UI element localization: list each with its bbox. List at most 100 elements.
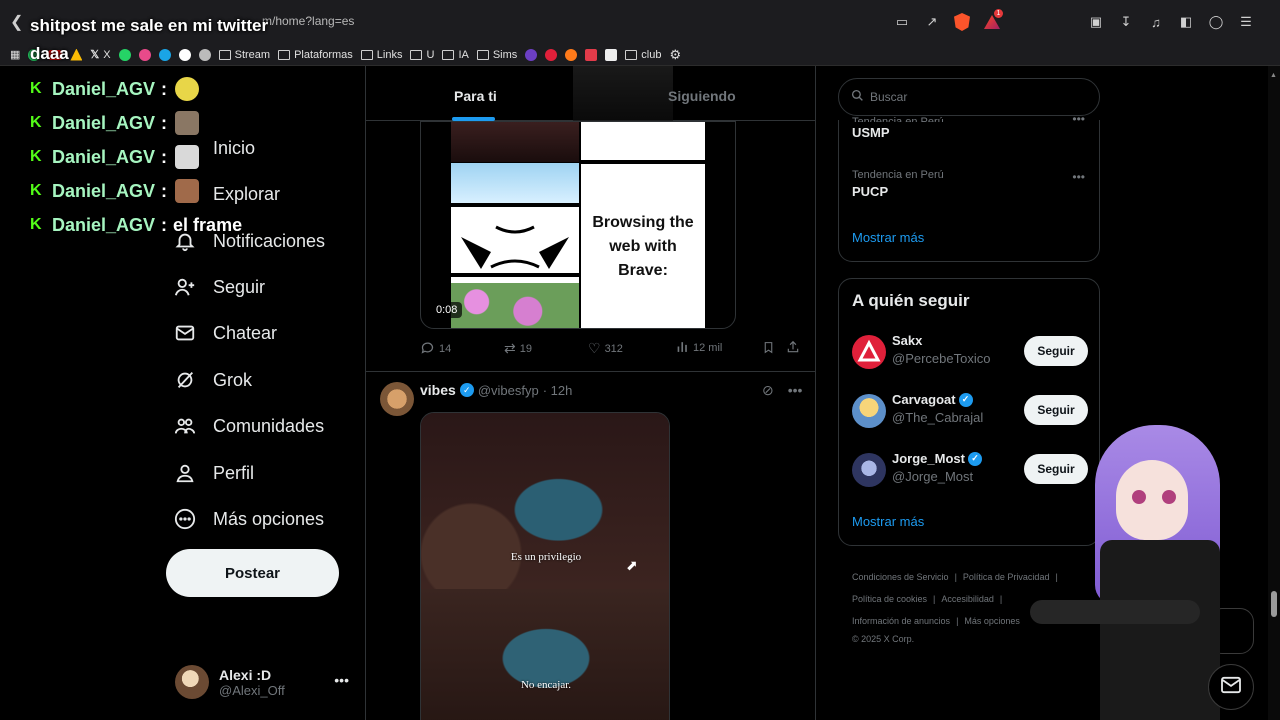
more-dots-icon[interactable]: ••• <box>1072 170 1085 184</box>
search-input[interactable]: Buscar <box>838 78 1100 116</box>
reply-button[interactable]: 14 <box>420 340 451 358</box>
like-button[interactable]: ♡ 312 <box>588 340 623 357</box>
brave-shields-icon[interactable] <box>954 13 970 31</box>
reply-icon <box>420 340 435 358</box>
bookmark-ia[interactable]: IA <box>442 49 469 61</box>
trend-item[interactable]: Tendencia en Perú USMP <box>852 116 944 140</box>
page-scrollbar[interactable]: ▲ <box>1268 66 1280 720</box>
tab-siguiendo[interactable]: Siguiendo <box>668 88 736 104</box>
scrollbar-thumb[interactable] <box>1271 591 1277 617</box>
heart-icon[interactable] <box>545 48 558 61</box>
nav-grok[interactable]: Grok <box>173 360 252 400</box>
active-tab-indicator <box>452 117 495 121</box>
avatar[interactable] <box>380 382 414 416</box>
folder-icon <box>410 49 423 60</box>
menu-icon[interactable]: ☰ <box>1238 14 1254 30</box>
follow-suggestion[interactable]: Jorge_Most ✓ @Jorge_Most Seguir <box>852 451 1088 491</box>
share-icon[interactable]: ↗ <box>924 14 940 30</box>
app-red-icon[interactable] <box>585 48 598 61</box>
kick-badge-icon: K <box>30 148 42 165</box>
vpn-shield-icon[interactable]: ◯ <box>1208 14 1224 30</box>
follow-suggestion[interactable]: Sakx @PercebeToxico Seguir <box>852 333 1088 373</box>
bookmark-club[interactable]: club <box>625 49 661 61</box>
messages-floating-button[interactable] <box>1208 664 1254 710</box>
views-button[interactable]: 12 mil <box>676 340 722 356</box>
tweet-video[interactable]: Browsing the web with Brave: 0:08 <box>420 121 736 329</box>
more-options-link[interactable]: Más opciones <box>964 616 1020 626</box>
copyright: © 2025 X Corp. <box>852 634 915 644</box>
follow-name-text: Carvagoat <box>892 392 956 407</box>
nav-chatear[interactable]: Chatear <box>173 313 277 353</box>
follow-button[interactable]: Seguir <box>1024 395 1088 425</box>
follow-button[interactable]: Seguir <box>1024 336 1088 366</box>
chat-username: Daniel_AGV <box>52 112 156 133</box>
tab-para-ti[interactable]: Para ti <box>454 88 497 104</box>
bookmark-button[interactable] <box>762 340 775 358</box>
trend-item[interactable]: Tendencia en Perú PUCP <box>852 169 944 199</box>
avatar <box>852 394 886 428</box>
bookmark-links[interactable]: Links <box>360 49 402 61</box>
video-frame-white <box>581 122 705 160</box>
like-count: 312 <box>604 342 623 355</box>
follow-show-more-link[interactable]: Mostrar más <box>852 514 924 529</box>
nav-mas-opciones[interactable]: Más opciones <box>173 499 324 539</box>
ads-info-link[interactable]: Información de anuncios <box>852 616 950 626</box>
cookies-link[interactable]: Política de cookies <box>852 594 927 604</box>
tweet-time[interactable]: · 12h <box>543 383 573 398</box>
terms-link[interactable]: Condiciones de Servicio <box>852 572 949 582</box>
follow-suggestion[interactable]: Carvagoat ✓ @The_Cabrajal Seguir <box>852 392 1088 432</box>
account-switcher[interactable]: Alexi :D @Alexi_Off ••• <box>175 660 355 704</box>
reader-icon[interactable]: ▣ <box>1088 14 1104 30</box>
music-icon[interactable]: ♫ <box>1148 14 1164 30</box>
follow-button[interactable]: Seguir <box>1024 454 1088 484</box>
nav-comunidades[interactable]: Comunidades <box>173 406 324 446</box>
grok-icon[interactable]: ⊘ <box>762 382 774 399</box>
trends-show-more-link[interactable]: Mostrar más <box>852 230 924 245</box>
mouse-cursor-icon: ⬈ <box>626 557 638 573</box>
views-count: 12 mil <box>693 342 723 354</box>
timeline: Para ti Siguiendo Browsing the web with … <box>365 66 816 720</box>
scroll-up-arrow-icon[interactable]: ▲ <box>1270 72 1277 79</box>
back-icon[interactable]: ❮ <box>10 12 23 32</box>
video-frame-flowers <box>451 283 579 328</box>
account-info: Alexi :D @Alexi_Off <box>219 667 285 698</box>
share-button[interactable] <box>786 340 800 357</box>
who-to-follow-title: A quién seguir <box>852 291 970 310</box>
more-dots-icon[interactable]: ••• <box>334 672 349 688</box>
timeline-tabs: Para ti Siguiendo <box>366 66 815 121</box>
video-text-card: Browsing the web with Brave: <box>581 164 705 328</box>
footer-separator: | <box>933 594 936 604</box>
footer-row: Condiciones de Servicio | Política de Priv… <box>852 566 1092 588</box>
brave-rewards-icon[interactable]: 1 <box>984 9 1003 30</box>
fire-icon[interactable] <box>565 48 578 61</box>
settings-gear-icon[interactable]: ⚙ <box>669 47 681 63</box>
more-dots-icon[interactable]: ••• <box>788 382 803 399</box>
chat-username: Daniel_AGV <box>52 214 156 235</box>
doc-icon[interactable] <box>605 48 618 61</box>
tweet-author-handle[interactable]: @vibesfyp <box>478 383 539 398</box>
search-icon <box>851 89 864 105</box>
video-duration: 0:08 <box>431 302 463 318</box>
privacy-link[interactable]: Política de Privacidad <box>963 572 1050 582</box>
add-person-icon <box>173 275 197 299</box>
apps-icon[interactable]: ▦ <box>10 48 20 61</box>
sidebar-icon[interactable]: ◧ <box>1178 14 1194 30</box>
nav-label: Chatear <box>213 322 278 343</box>
post-button[interactable]: Postear <box>166 549 339 597</box>
bookmark-sims[interactable]: Sims <box>476 49 517 61</box>
tweet-header: vibes ✓ @vibesfyp · 12h <box>420 382 572 398</box>
download-icon[interactable]: ↧ <box>1118 14 1134 30</box>
twitch-icon[interactable] <box>525 48 538 61</box>
nav-perfil[interactable]: Perfil <box>173 453 254 493</box>
cast-icon[interactable]: ▭ <box>894 14 910 30</box>
accessibility-link[interactable]: Accesibilidad <box>941 594 994 604</box>
kick-badge-icon: K <box>30 216 42 233</box>
follow-name-text: Jorge_Most <box>892 451 965 466</box>
bookmark-u[interactable]: U <box>410 49 434 61</box>
emote-icon <box>175 111 200 135</box>
nav-seguir[interactable]: Seguir <box>173 267 265 307</box>
video-frame-top <box>451 122 579 162</box>
retweet-button[interactable]: ⇄ 19 <box>504 340 532 357</box>
tweet-author-name[interactable]: vibes <box>420 382 456 398</box>
more-dots-icon[interactable]: ••• <box>1072 112 1085 126</box>
